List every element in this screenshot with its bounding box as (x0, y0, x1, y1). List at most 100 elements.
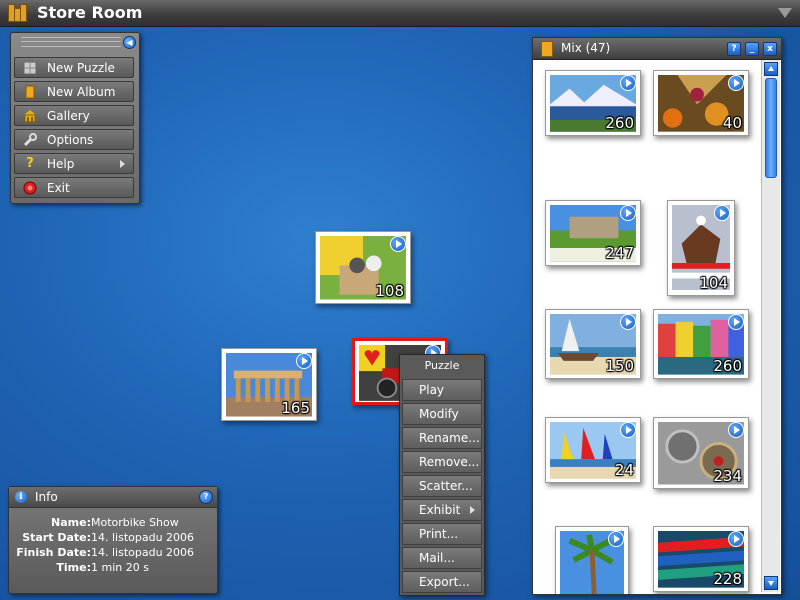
album-help-button[interactable]: ? (727, 42, 741, 56)
bookshelf-logo-icon (8, 4, 30, 22)
info-icon: i (15, 491, 27, 503)
submenu-arrow-icon (470, 506, 475, 514)
play-icon[interactable] (608, 531, 624, 547)
puzzle-thumb-parthenon[interactable]: 165 (221, 348, 317, 421)
info-value: 14. listopadu 2006 (91, 546, 195, 559)
play-icon[interactable] (620, 205, 636, 221)
ctx-mail[interactable]: Mail... (402, 547, 482, 569)
album-thumb-7[interactable]: 24 (545, 417, 641, 483)
ctx-modify[interactable]: Modify (402, 403, 482, 425)
info-value: 1 min 20 s (91, 561, 149, 574)
piece-count: 228 (713, 570, 742, 588)
album-minimize-button[interactable]: _ (745, 42, 759, 56)
gallery-label: Gallery (47, 109, 90, 123)
collapse-menu-button[interactable]: ◀ (123, 36, 136, 49)
info-row-finish-date: Finish Date: 14. listopadu 2006 (9, 546, 217, 561)
play-icon[interactable] (728, 75, 744, 91)
context-menu-header: Puzzle (424, 359, 460, 372)
puzzle-icon (23, 61, 37, 75)
ctx-print[interactable]: Print... (402, 523, 482, 545)
info-row-start-date: Start Date: 14. listopadu 2006 (9, 531, 217, 546)
album-icon (541, 41, 553, 57)
album-icon (25, 85, 35, 99)
puzzle-context-menu: Puzzle Play Modify Rename... Remove... S… (399, 354, 485, 596)
ctx-scatter[interactable]: Scatter... (402, 475, 482, 497)
album-title: Mix (47) (561, 41, 611, 55)
gallery-button[interactable]: Gallery (14, 105, 134, 126)
scroll-thumb[interactable] (765, 78, 777, 178)
help-button[interactable]: ? Help (14, 153, 134, 174)
gallery-icon (24, 110, 36, 123)
ctx-remove[interactable]: Remove... (402, 451, 482, 473)
piece-count: 108 (375, 282, 404, 300)
app-title: Store Room (37, 3, 143, 22)
album-close-button[interactable]: x (763, 42, 777, 56)
album-thumb-grid: 260 40 247 104 150 260 24 234 228 (533, 60, 759, 594)
album-thumb-5[interactable]: 150 (545, 309, 641, 379)
play-icon[interactable] (728, 314, 744, 330)
info-key: Start Date: (22, 531, 91, 544)
piece-count: 260 (713, 357, 742, 375)
play-icon[interactable] (620, 422, 636, 438)
title-bar: Store Room (0, 0, 800, 27)
info-help-button[interactable]: ? (199, 490, 213, 504)
info-title: Info (35, 490, 58, 504)
play-icon[interactable] (714, 205, 730, 221)
ctx-play[interactable]: Play (402, 379, 482, 401)
album-panel: Mix (47) ? _ x 260 40 247 104 150 260 24… (532, 37, 782, 595)
info-value: 14. listopadu 2006 (91, 531, 195, 544)
scroll-down-button[interactable] (764, 576, 778, 590)
info-row-time: Time: 1 min 20 s (9, 561, 217, 576)
wrench-icon (23, 133, 37, 147)
info-key: Finish Date: (16, 546, 91, 559)
album-thumb-6[interactable]: 260 (653, 309, 749, 379)
piece-count: 104 (699, 274, 728, 292)
album-thumb-9[interactable]: 204 (555, 526, 629, 594)
panel-grip[interactable] (21, 37, 121, 47)
piece-count: 247 (605, 244, 634, 262)
piece-count: 24 (614, 461, 634, 479)
album-panel-header[interactable]: Mix (47) ? _ x (533, 38, 781, 60)
new-puzzle-label: New Puzzle (47, 61, 115, 75)
play-icon[interactable] (620, 314, 636, 330)
puzzle-thumb-kittens[interactable]: 108 (315, 231, 411, 304)
ctx-exhibit[interactable]: Exhibit (402, 499, 482, 521)
exit-icon (23, 181, 37, 195)
play-icon[interactable] (728, 422, 744, 438)
new-puzzle-button[interactable]: New Puzzle (14, 57, 134, 78)
submenu-arrow-icon (120, 160, 125, 168)
album-thumb-2[interactable]: 40 (653, 70, 749, 136)
new-album-label: New Album (47, 85, 116, 99)
exit-label: Exit (47, 181, 70, 195)
album-thumb-4[interactable]: 104 (667, 200, 735, 296)
info-panel-header: i Info ? (9, 487, 217, 508)
album-thumb-3[interactable]: 247 (545, 200, 641, 266)
ctx-export[interactable]: Export... (402, 571, 482, 593)
album-thumb-8[interactable]: 234 (653, 417, 749, 489)
piece-count: 165 (281, 399, 310, 417)
ctx-rename[interactable]: Rename... (402, 427, 482, 449)
exit-button[interactable]: Exit (14, 177, 134, 198)
info-key: Time: (56, 561, 91, 574)
window-menu-arrow-icon[interactable] (778, 8, 792, 18)
new-album-button[interactable]: New Album (14, 81, 134, 102)
info-key: Name: (51, 516, 91, 529)
info-panel: i Info ? Name: Motorbike Show Start Date… (8, 486, 218, 594)
ctx-exhibit-label: Exhibit (419, 503, 461, 517)
question-icon: ? (26, 156, 34, 171)
play-icon[interactable] (296, 353, 312, 369)
main-menu-panel: ◀ New Puzzle New Album Gallery Options ?… (10, 32, 140, 204)
scroll-up-button[interactable] (764, 62, 778, 76)
piece-count: 234 (713, 467, 742, 485)
play-icon[interactable] (620, 75, 636, 91)
play-icon[interactable] (390, 236, 406, 252)
album-scrollbar[interactable] (761, 60, 780, 592)
play-icon[interactable] (728, 531, 744, 547)
piece-count: 260 (605, 114, 634, 132)
piece-count: 150 (605, 357, 634, 375)
piece-count: 40 (722, 114, 742, 132)
options-button[interactable]: Options (14, 129, 134, 150)
album-thumb-1[interactable]: 260 (545, 70, 641, 136)
album-thumb-10[interactable]: 228 (653, 526, 749, 592)
help-label: Help (47, 157, 75, 171)
